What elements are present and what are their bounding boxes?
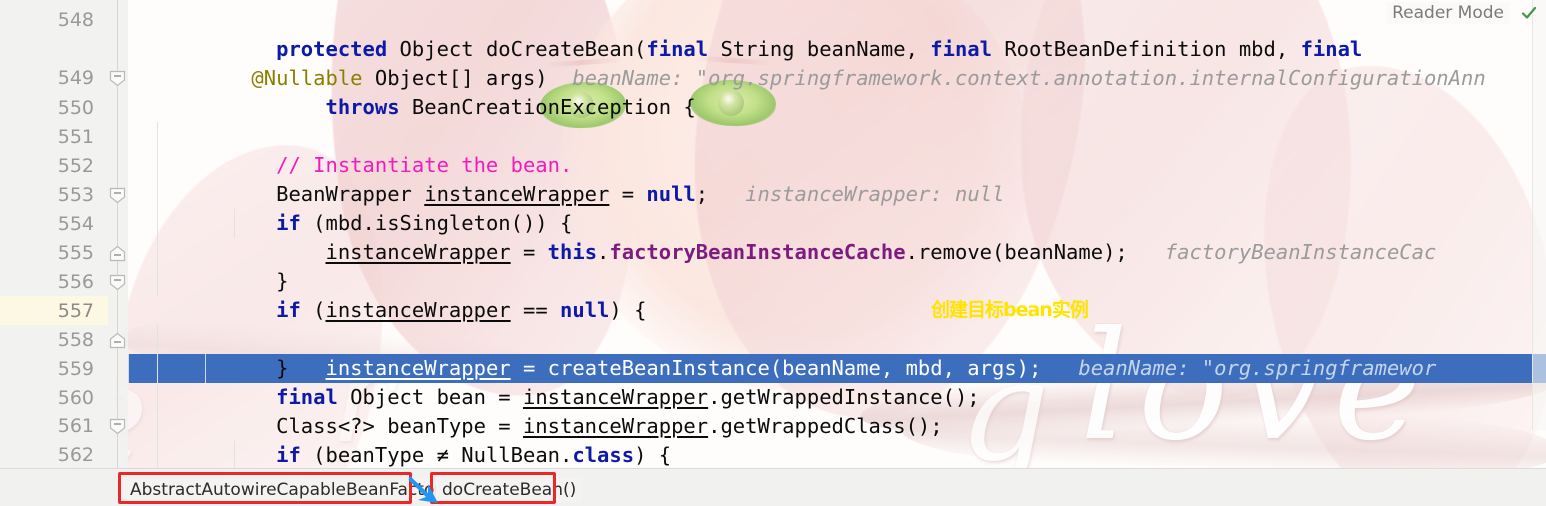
- annotation-box-class: [118, 472, 412, 504]
- reader-mode-label[interactable]: Reader Mode: [1386, 2, 1510, 24]
- code-line-selected[interactable]: instanceWrapper = createBeanInstance(bea…: [128, 296, 1546, 383]
- line-number: 552: [57, 155, 94, 177]
- code-line-wrapped[interactable]: @Nullable Object[] args) beanName: "org.…: [128, 35, 1546, 90]
- line-number: 554: [57, 213, 94, 235]
- line-number: 558: [57, 329, 94, 351]
- fold-collapse-icon[interactable]: [109, 187, 126, 204]
- fold-collapse-icon[interactable]: [109, 70, 126, 87]
- line-number-current: 557: [57, 300, 94, 322]
- line-number: 555: [57, 242, 94, 264]
- editor-gutter[interactable]: 548 549 550 551 552 553 554 555 556 557 …: [0, 0, 128, 468]
- code-line[interactable]: // Instantiate the bean.: [128, 122, 1546, 177]
- line-number: 553: [57, 184, 94, 206]
- code-line[interactable]: mbd.resolvedTargetType = beanType;: [128, 441, 1546, 468]
- code-line[interactable]: final Object bean = instanceWrapper.getW…: [128, 354, 1546, 409]
- line-number: 556: [57, 271, 94, 293]
- code-line[interactable]: if (instanceWrapper == null) {: [128, 267, 1546, 322]
- code-line[interactable]: }: [128, 238, 1546, 293]
- code-text-surface[interactable]: protected Object doCreateBean(final Stri…: [128, 0, 1546, 468]
- code-line[interactable]: instanceWrapper = this.factoryBeanInstan…: [128, 209, 1546, 264]
- fold-collapse-icon[interactable]: [109, 332, 126, 349]
- arrow-down-right-icon: [406, 473, 442, 506]
- breadcrumb[interactable]: AbstractAutowireCapableBeanFactory doCre…: [0, 468, 1546, 506]
- line-number: 560: [57, 387, 94, 409]
- fold-collapse-icon[interactable]: [109, 274, 126, 291]
- green-check-icon[interactable]: [1520, 4, 1538, 22]
- fold-collapse-icon[interactable]: [109, 245, 126, 262]
- editor-scrollbar-rail[interactable]: [1532, 0, 1546, 430]
- fold-collapse-icon[interactable]: [109, 418, 126, 435]
- chinese-annotation-note: 创建目标bean实例: [931, 299, 1089, 321]
- editor-fold-gutter[interactable]: [108, 0, 128, 468]
- line-number: 548: [57, 9, 94, 31]
- code-line[interactable]: throws BeanCreationException {: [128, 64, 1546, 119]
- line-number: 561: [57, 415, 94, 437]
- code-line[interactable]: [128, 93, 1546, 122]
- code-line[interactable]: if (mbd.isSingleton()) {: [128, 180, 1546, 235]
- line-number: 550: [57, 97, 94, 119]
- code-line[interactable]: if (beanType ≠ NullBean.class) {: [128, 412, 1546, 467]
- code-editor-area[interactable]: 548 549 550 551 552 553 554 555 556 557 …: [0, 0, 1546, 468]
- ide-editor-window: e r g love 548 549 550 551 552 553 554 5…: [0, 0, 1546, 506]
- line-number: 559: [57, 358, 94, 380]
- code-line[interactable]: protected Object doCreateBean(final Stri…: [128, 6, 1546, 61]
- code-line[interactable]: Class<?> beanType = instanceWrapper.getW…: [128, 383, 1546, 438]
- code-line[interactable]: }: [128, 325, 1546, 380]
- line-number: 549: [57, 67, 94, 89]
- code-line[interactable]: BeanWrapper instanceWrapper = null; inst…: [128, 151, 1546, 206]
- line-number: 562: [57, 444, 94, 466]
- annotation-box-method: [430, 472, 556, 504]
- line-number: 551: [57, 126, 94, 148]
